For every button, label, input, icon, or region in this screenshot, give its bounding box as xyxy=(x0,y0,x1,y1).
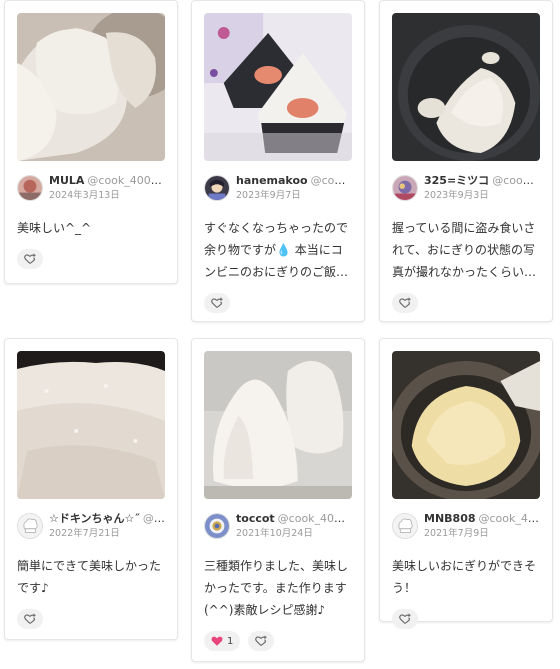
author-handle: @cook_401... xyxy=(492,174,540,187)
post-date: 2023年9月3日 xyxy=(424,190,489,201)
like-count: 1 xyxy=(227,635,234,647)
tsukurepo-card[interactable]: MULA @cook_4004... 2024年3月13日 美味しい^_^ xyxy=(4,0,178,284)
heart-plus-icon xyxy=(211,297,223,308)
comment-text: 簡単にできて美味しかったです♪ xyxy=(17,559,162,595)
author-handle: @cook... xyxy=(310,174,352,187)
tsukurepo-card[interactable]: ☆ドキンちゃん☆˝@co... 2022年7月21日 簡単にできて美味しかったで… xyxy=(4,338,178,640)
post-date: 2021年10月24日 xyxy=(236,528,313,539)
comment-text: すぐなくなっちゃったので余り物ですが💧 本当にコンビニのおにぎりのご飯の味に☆こ… xyxy=(204,221,349,279)
author-row[interactable]: MULA @cook_4004... 2024年3月13日 xyxy=(17,173,165,203)
tsukurepo-card[interactable]: MNB808 @cook_41... 2021年7月9日 美味しいおにぎりができそ… xyxy=(379,338,553,629)
tsukurepo-card[interactable]: toccot @cook_4041... 2021年10月24日 三種類作りました… xyxy=(191,338,365,662)
author-handle: @cook_4041... xyxy=(277,512,352,525)
avatar[interactable] xyxy=(204,513,230,539)
author-name[interactable]: toccot xyxy=(236,512,275,525)
author-name[interactable]: MULA xyxy=(49,174,84,187)
avatar[interactable] xyxy=(204,175,230,201)
react-button[interactable] xyxy=(204,293,230,313)
avatar[interactable] xyxy=(392,513,418,539)
like-count-button[interactable]: 1 xyxy=(204,631,241,651)
react-button[interactable] xyxy=(392,293,418,313)
post-date: 2022年7月21日 xyxy=(49,528,120,539)
post-date: 2023年9月7日 xyxy=(236,190,301,201)
heart-plus-icon xyxy=(255,635,267,646)
heart-icon xyxy=(211,636,223,646)
post-date: 2024年3月13日 xyxy=(49,190,120,201)
react-button[interactable] xyxy=(392,609,418,629)
tsukurepo-card[interactable]: 325=ミツコ@cook_401... 2023年9月3日 握っている間に盗み食… xyxy=(379,0,553,322)
avatar[interactable] xyxy=(392,175,418,201)
heart-plus-icon xyxy=(24,253,36,264)
author-name[interactable]: MNB808 xyxy=(424,512,476,525)
author-handle: @cook_41... xyxy=(478,512,541,525)
post-date: 2021年7月9日 xyxy=(424,528,489,539)
dish-photo[interactable] xyxy=(392,351,540,499)
dish-photo[interactable] xyxy=(17,13,165,161)
author-name[interactable]: 325=ミツコ xyxy=(424,174,489,187)
author-row[interactable]: 325=ミツコ@cook_401... 2023年9月3日 xyxy=(392,173,540,203)
react-button[interactable] xyxy=(17,609,43,629)
author-name[interactable]: ☆ドキンちゃん☆˝ xyxy=(49,512,140,525)
dish-photo[interactable] xyxy=(204,13,352,161)
heart-plus-icon xyxy=(24,613,36,624)
avatar[interactable] xyxy=(17,513,43,539)
heart-plus-icon xyxy=(399,613,411,624)
comment-text: 美味しい^_^ xyxy=(17,221,92,235)
author-row[interactable]: MNB808 @cook_41... 2021年7月9日 xyxy=(392,511,540,541)
author-row[interactable]: toccot @cook_4041... 2021年10月24日 xyxy=(204,511,352,541)
author-handle: @cook_4004... xyxy=(87,174,165,187)
dish-photo[interactable] xyxy=(392,13,540,161)
dish-photo[interactable] xyxy=(17,351,165,499)
comment-text: 三種類作りました、美味しかったです。また作ります(^^)素敵レシピ感謝♪ xyxy=(204,559,349,617)
heart-plus-icon xyxy=(399,297,411,308)
tsukurepo-card[interactable]: hanemakoo@cook... 2023年9月7日 すぐなくなっちゃったので… xyxy=(191,0,365,322)
avatar[interactable] xyxy=(17,175,43,201)
author-name[interactable]: hanemakoo xyxy=(236,174,308,187)
author-handle: @co... xyxy=(142,512,165,525)
react-button[interactable] xyxy=(248,631,275,651)
comment-text: 握っている間に盗み食いされて、おにぎりの状態の写真が撮れなかったくらいの大好… xyxy=(392,221,537,279)
react-button[interactable] xyxy=(17,249,43,269)
dish-photo[interactable] xyxy=(204,351,352,499)
author-row[interactable]: ☆ドキンちゃん☆˝@co... 2022年7月21日 xyxy=(17,511,165,541)
author-row[interactable]: hanemakoo@cook... 2023年9月7日 xyxy=(204,173,352,203)
comment-text: 美味しいおにぎりができそう！ xyxy=(392,559,537,595)
